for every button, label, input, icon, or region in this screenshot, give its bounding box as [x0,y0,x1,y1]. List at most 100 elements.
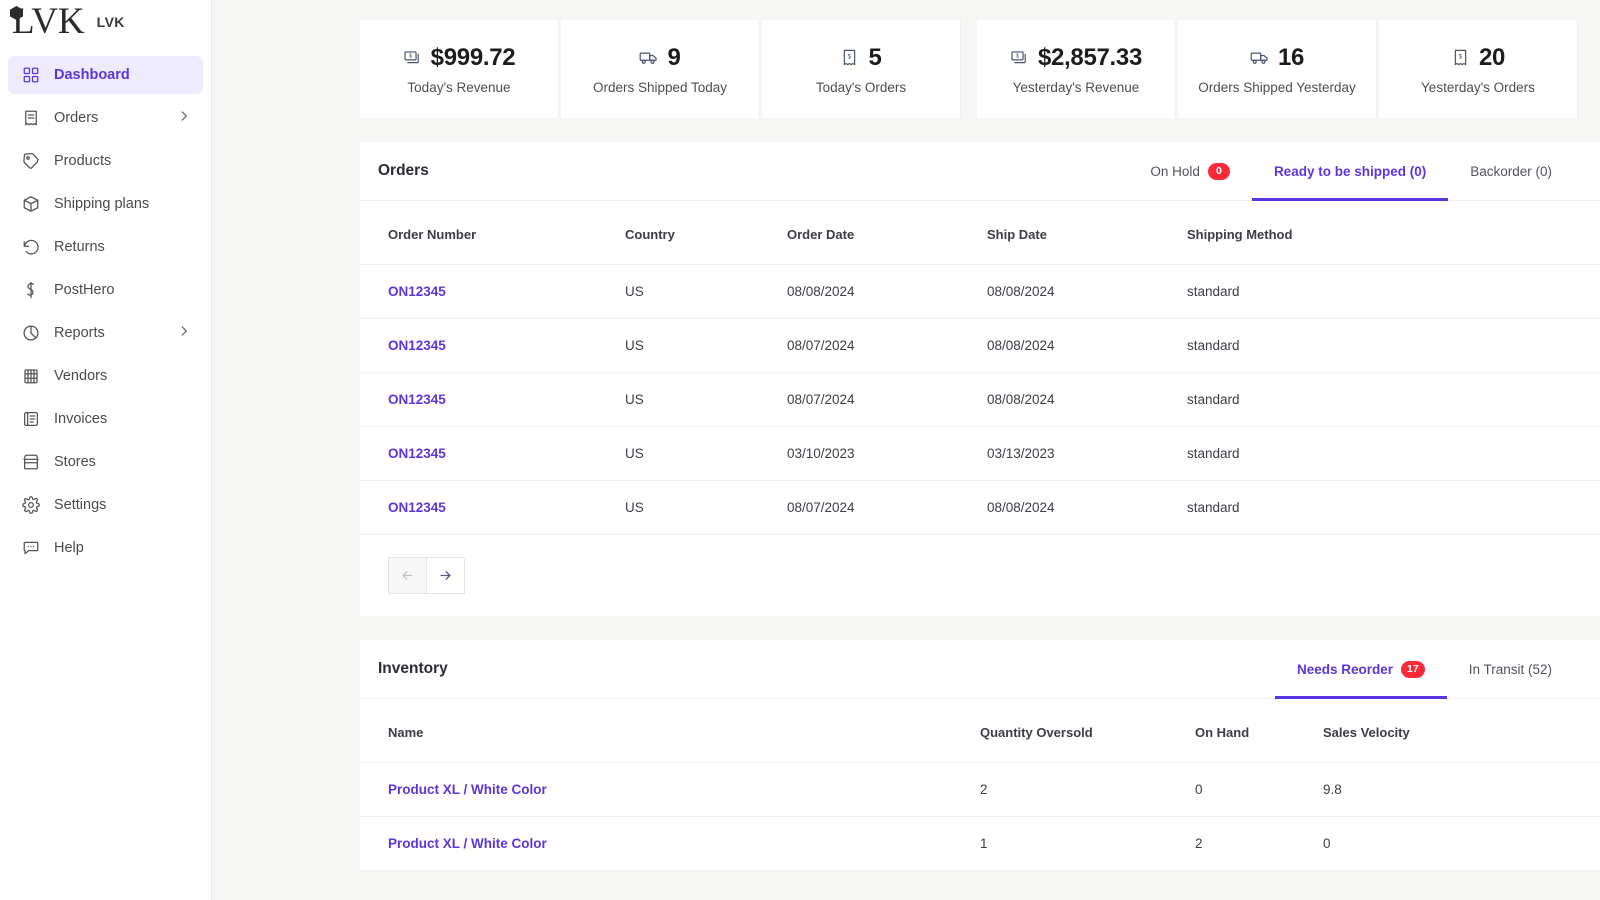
inventory-table: Name Quantity Oversold On Hand Sales Vel… [360,699,1600,871]
truck-icon [639,48,658,67]
table-row[interactable]: Product XL / White Color120 [360,817,1600,871]
order-ship-date: 08/08/2024 [987,319,1187,373]
building-icon [22,367,40,385]
inventory-name-link[interactable]: Product XL / White Color [388,836,547,851]
table-row[interactable]: ON12345US08/07/202408/08/2024standard [360,319,1600,373]
orders-tabs: On Hold0 Ready to be shipped (0) Backorder… [1128,142,1574,201]
order-shipping-method: standard [1187,373,1600,427]
kpi-value: 16 [1278,44,1304,72]
order-ship-date: 08/08/2024 [987,373,1187,427]
inventory-on-hand: 0 [1195,763,1323,817]
orders-panel-header: Orders On Hold0 Ready to be shipped (0) Ba… [360,142,1600,201]
sidebar-item-products[interactable]: Products [8,142,203,180]
tab-on-hold[interactable]: On Hold0 [1128,142,1252,201]
kpi-row: $$999.72Today's Revenue9Orders Shipped T… [360,20,1600,118]
invoice-icon [22,410,40,428]
tab-ready-to-be-shipped-0[interactable]: Ready to be shipped (0) [1252,142,1448,201]
arrow-left-icon [400,568,415,583]
kpi-card-orders-shipped-yesterday: 16Orders Shipped Yesterday [1178,20,1377,118]
sidebar-item-stores[interactable]: Stores [8,443,203,481]
sidebar-item-label: Products [54,153,191,169]
sidebar-item-invoices[interactable]: Invoices [8,400,203,438]
order-date: 08/07/2024 [787,373,987,427]
sidebar-item-label: Reports [54,325,163,341]
order-country: US [625,319,787,373]
gear-icon [22,496,40,514]
kpi-value: 5 [868,44,881,72]
sidebar-nav: Dashboard Orders Products Shipping plans Ret… [0,56,211,567]
orders-col-country: Country [625,201,787,265]
order-country: US [625,427,787,481]
table-row[interactable]: ON12345US08/07/202408/08/2024standard [360,373,1600,427]
brand-logo[interactable]: LVK LVK [0,0,211,44]
order-date: 08/07/2024 [787,319,987,373]
order-ship-date: 03/13/2023 [987,427,1187,481]
sidebar-item-label: Orders [54,110,163,126]
inventory-panel-header: Inventory Needs Reorder17In Transit (52) [360,640,1600,699]
order-number-link[interactable]: ON12345 [388,500,446,515]
grid-icon [22,66,40,84]
sidebar-item-settings[interactable]: Settings [8,486,203,524]
table-row[interactable]: Product XL / White Color209.8 [360,763,1600,817]
chart-pie-icon [22,324,40,342]
undo-icon [22,238,40,256]
sidebar-item-label: Help [54,540,191,556]
tab-badge: 17 [1401,661,1425,678]
inventory-table-body: Product XL / White Color209.8Product XL … [360,763,1600,871]
sidebar-item-label: Stores [54,454,191,470]
dashboard-app: LVK LVK Dashboard Orders Products Shipping … [0,0,1600,900]
inventory-quantity-oversold: 2 [980,763,1195,817]
tab-needs-reorder[interactable]: Needs Reorder17 [1275,640,1447,699]
tab-backorder-0[interactable]: Backorder (0) [1448,142,1574,201]
chevron-right-icon [177,109,191,127]
orders-table-body: ON12345US08/08/202408/08/2024standardON1… [360,265,1600,535]
sidebar-item-returns[interactable]: Returns [8,228,203,266]
tab-in-transit-52[interactable]: In Transit (52) [1447,640,1574,699]
inventory-name-link[interactable]: Product XL / White Color [388,782,547,797]
inventory-table-header-row: Name Quantity Oversold On Hand Sales Vel… [360,699,1600,763]
sidebar-item-orders[interactable]: Orders [8,99,203,137]
content-inner: $$999.72Today's Revenue9Orders Shipped T… [212,20,1600,871]
kpi-value-row: 16 [1250,44,1304,72]
inventory-on-hand: 2 [1195,817,1323,871]
tab-label: Ready to be shipped (0) [1274,164,1426,179]
sidebar-item-reports[interactable]: Reports [8,314,203,352]
table-row[interactable]: ON12345US08/08/202408/08/2024standard [360,265,1600,319]
kpi-label: Yesterday's Revenue [1013,80,1140,95]
kpi-card-today-s-orders: $5Today's Orders [762,20,961,118]
orders-panel-title: Orders [378,162,429,180]
receipt-dollar-icon: $ [840,48,859,67]
order-number-link[interactable]: ON12345 [388,284,446,299]
svg-text:$: $ [409,54,412,60]
table-row[interactable]: ON12345US03/10/202303/13/2023standard [360,427,1600,481]
pagination-prev-button[interactable] [388,557,427,594]
order-shipping-method: standard [1187,427,1600,481]
inventory-panel: Inventory Needs Reorder17In Transit (52)… [360,640,1600,871]
orders-table: Order Number Country Order Date Ship Dat… [360,201,1600,535]
sidebar-item-posthero[interactable]: PostHero [8,271,203,309]
sidebar-item-label: Shipping plans [54,196,191,212]
kpi-value-row: $$2,857.33 [1010,44,1142,72]
order-number-link[interactable]: ON12345 [388,338,446,353]
sidebar-item-dashboard[interactable]: Dashboard [8,56,203,94]
kpi-value-row: 9 [639,44,680,72]
order-shipping-method: standard [1187,265,1600,319]
pagination-next-button[interactable] [426,557,465,594]
kpi-value: 9 [667,44,680,72]
kpi-value-row: $$999.72 [403,44,516,72]
order-ship-date: 08/08/2024 [987,481,1187,535]
order-shipping-method: standard [1187,481,1600,535]
order-number-link[interactable]: ON12345 [388,446,446,461]
order-date: 08/07/2024 [787,481,987,535]
order-number-link[interactable]: ON12345 [388,392,446,407]
sidebar-item-help[interactable]: Help [8,529,203,567]
order-ship-date: 08/08/2024 [987,265,1187,319]
sidebar-item-vendors[interactable]: Vendors [8,357,203,395]
brand-name: LVK [97,14,125,30]
tab-label: On Hold [1150,164,1200,179]
logo-letters: LVK [12,1,85,42]
kpi-value-row: $20 [1451,44,1505,72]
table-row[interactable]: ON12345US08/07/202408/08/2024standard [360,481,1600,535]
sidebar-item-shipping-plans[interactable]: Shipping plans [8,185,203,223]
sidebar-item-label: Dashboard [54,67,191,83]
